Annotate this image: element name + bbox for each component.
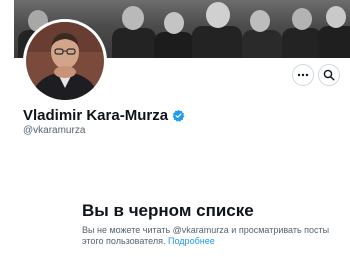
learn-more-link[interactable]: Подробнее (168, 236, 215, 246)
profile-avatar[interactable] (23, 19, 107, 103)
search-icon (323, 69, 335, 81)
profile-name-row: Vladimir Kara-Murza (23, 107, 185, 124)
banner-figure-head (292, 8, 312, 30)
more-horizontal-icon (297, 73, 309, 77)
profile-page: Vladimir Kara-Murza @vkaramurza Вы в чер… (0, 0, 350, 257)
profile-handle: @vkaramurza (23, 125, 86, 136)
banner-figure (192, 26, 242, 58)
banner-figure-head (206, 2, 230, 28)
blocked-message-block: Вы не можете читать @vkaramurza и просма… (82, 225, 332, 247)
banner-figure-head (250, 10, 270, 32)
search-profile-button[interactable] (318, 64, 340, 86)
more-options-button[interactable] (292, 64, 314, 86)
banner-figure (282, 28, 322, 58)
banner-figure (112, 28, 156, 58)
banner-figure-head (164, 12, 184, 34)
display-name: Vladimir Kara-Murza (23, 107, 169, 124)
avatar-photo (26, 22, 104, 100)
banner-figure (318, 26, 350, 58)
verified-badge-icon[interactable] (172, 109, 185, 122)
banner-figure-head (122, 6, 144, 30)
blocked-title: Вы в черном списке (82, 201, 254, 220)
banner-figure-head (326, 6, 346, 28)
banner-figure (242, 30, 282, 58)
banner-figure (154, 32, 194, 58)
